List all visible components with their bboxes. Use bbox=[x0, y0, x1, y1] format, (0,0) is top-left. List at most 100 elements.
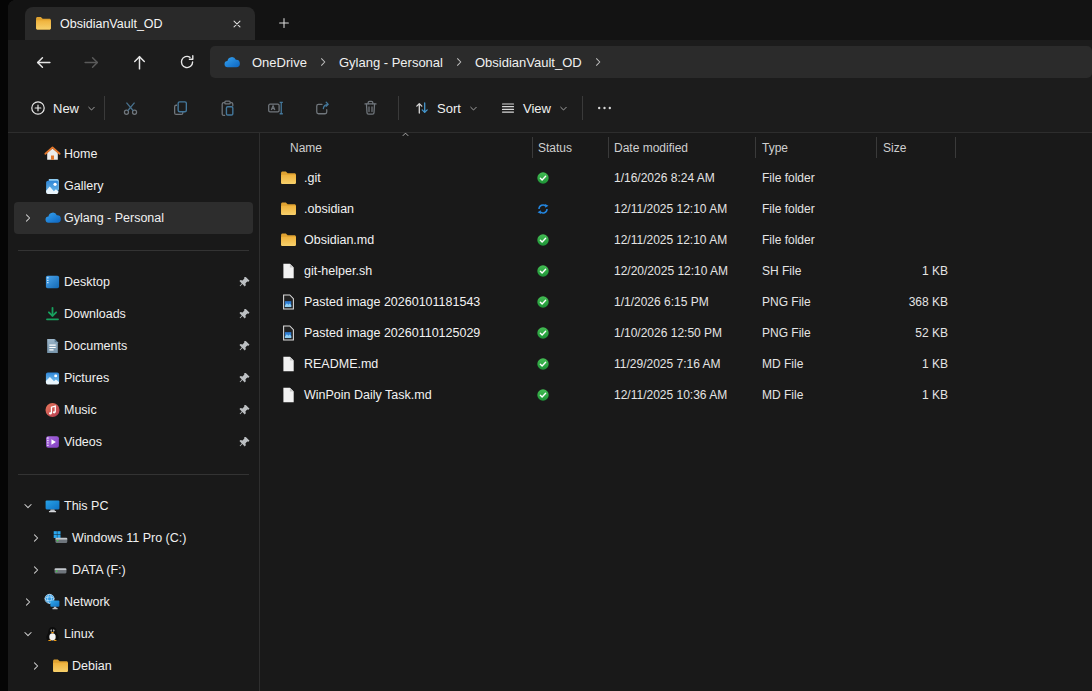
more-icon bbox=[596, 100, 613, 117]
tab-obsidianvault[interactable]: ObsidianVault_OD bbox=[25, 7, 255, 40]
chevron-right-icon[interactable] bbox=[30, 660, 42, 672]
file-row-pasted-image-20260110125029[interactable]: Pasted image 202601101250291/10/2026 12:… bbox=[260, 317, 1092, 348]
refresh-button[interactable] bbox=[170, 46, 204, 78]
back-button[interactable] bbox=[26, 46, 60, 78]
file-date-modified: 1/16/2026 8:24 AM bbox=[614, 171, 715, 185]
sidebar-item-label: Windows 11 Pro (C:) bbox=[72, 531, 186, 545]
file-row-obsidian[interactable]: .obsidian12/11/2025 12:10 AMFile folder bbox=[260, 193, 1092, 224]
sidebar-item-documents[interactable]: Documents bbox=[14, 330, 253, 362]
up-button[interactable] bbox=[122, 46, 156, 78]
column-header-name[interactable]: Name bbox=[290, 141, 322, 155]
file-date-modified: 12/11/2025 12:10 AM bbox=[614, 233, 727, 247]
chevron-right-icon bbox=[317, 56, 329, 68]
documents-icon bbox=[44, 338, 61, 355]
sidebar-item-windows-11-pro-c[interactable]: Windows 11 Pro (C:) bbox=[14, 522, 253, 554]
column-header-type[interactable]: Type bbox=[762, 141, 788, 155]
cut-button[interactable] bbox=[122, 100, 139, 117]
breadcrumb-item-onedrive[interactable]: OneDrive bbox=[244, 55, 315, 70]
file-type: File folder bbox=[762, 202, 815, 216]
sidebar-item-home[interactable]: Home bbox=[14, 138, 253, 170]
column-header-date-modified[interactable]: Date modified bbox=[614, 141, 688, 155]
synced-status-icon bbox=[536, 295, 550, 309]
sidebar-item-downloads[interactable]: Downloads bbox=[14, 298, 253, 330]
new-button[interactable]: New bbox=[20, 94, 107, 122]
sidebar-item-debian[interactable]: Debian bbox=[14, 650, 253, 682]
more-options-button[interactable] bbox=[596, 100, 613, 117]
onedrive-icon bbox=[44, 210, 61, 227]
sidebar-item-network[interactable]: Network bbox=[14, 586, 253, 618]
column-header-size[interactable]: Size bbox=[883, 141, 906, 155]
chevron-down-icon[interactable] bbox=[22, 500, 34, 512]
forward-arrow-icon bbox=[83, 54, 100, 71]
share-button[interactable] bbox=[314, 100, 331, 117]
rename-button[interactable] bbox=[267, 100, 284, 117]
synced-status-icon bbox=[536, 326, 550, 340]
view-button[interactable]: View bbox=[492, 94, 577, 122]
gallery-icon bbox=[44, 178, 61, 195]
new-tab-button[interactable] bbox=[270, 10, 298, 36]
sidebar-item-desktop[interactable]: Desktop bbox=[14, 266, 253, 298]
chevron-right-icon bbox=[453, 56, 465, 68]
forward-button[interactable] bbox=[74, 46, 108, 78]
sort-button[interactable]: Sort bbox=[406, 94, 487, 122]
sort-ascending-icon bbox=[400, 129, 411, 140]
sidebar-item-this-pc[interactable]: This PC bbox=[14, 490, 253, 522]
sidebar-item-videos[interactable]: Videos bbox=[14, 426, 253, 458]
chevron-right-icon[interactable] bbox=[30, 564, 42, 576]
view-icon bbox=[500, 100, 516, 116]
file-list: Name Status Date modified Type Size .git… bbox=[260, 133, 1092, 691]
file-row-winpoin-daily-task-md[interactable]: WinPoin Daily Task.md12/11/2025 10:36 AM… bbox=[260, 379, 1092, 410]
nav-buttons bbox=[26, 46, 204, 78]
explorer-window: ObsidianVault_OD OneDrive Gylang - Person… bbox=[8, 0, 1092, 691]
file-date-modified: 12/11/2025 10:36 AM bbox=[614, 388, 727, 402]
file-row-obsidian-md[interactable]: Obsidian.md12/11/2025 12:10 AMFile folde… bbox=[260, 224, 1092, 255]
sidebar-item-label: DATA (F:) bbox=[72, 563, 126, 577]
home-icon bbox=[44, 146, 61, 163]
sidebar-item-pictures[interactable]: Pictures bbox=[14, 362, 253, 394]
column-headers: Name Status Date modified Type Size bbox=[260, 133, 1092, 162]
file-icon bbox=[280, 355, 297, 372]
copy-button[interactable] bbox=[172, 100, 189, 117]
image-file-icon bbox=[280, 293, 297, 310]
delete-button[interactable] bbox=[362, 100, 379, 117]
sidebar-separator bbox=[8, 234, 259, 266]
column-header-status[interactable]: Status bbox=[538, 141, 572, 155]
file-date-modified: 12/20/2025 12:10 AM bbox=[614, 264, 728, 278]
synced-status-icon bbox=[536, 171, 550, 185]
folder-icon bbox=[52, 658, 69, 675]
chevron-right-icon[interactable] bbox=[22, 212, 34, 224]
downloads-icon bbox=[44, 306, 61, 323]
file-row-git[interactable]: .git1/16/2026 8:24 AMFile folder bbox=[260, 162, 1092, 193]
back-arrow-icon bbox=[35, 54, 52, 71]
sidebar-item-label: Linux bbox=[64, 627, 94, 641]
paste-button[interactable] bbox=[219, 100, 236, 117]
plus-icon bbox=[277, 16, 291, 30]
address-bar: OneDrive Gylang - Personal ObsidianVault_O… bbox=[8, 40, 1092, 84]
file-row-git-helper-sh[interactable]: git-helper.sh12/20/2025 12:10 AMSH File1… bbox=[260, 255, 1092, 286]
sidebar-item-gallery[interactable]: Gallery bbox=[14, 170, 253, 202]
breadcrumb-item-obsidianvault-od[interactable]: ObsidianVault_OD bbox=[467, 55, 590, 70]
image-file-icon bbox=[280, 324, 297, 341]
breadcrumb-item-gylang-personal[interactable]: Gylang - Personal bbox=[331, 55, 451, 70]
chevron-right-icon[interactable] bbox=[22, 596, 34, 608]
chevron-right-icon[interactable] bbox=[30, 532, 42, 544]
tab-close-button[interactable] bbox=[225, 12, 249, 36]
file-row-readme-md[interactable]: README.md11/29/2025 7:16 AMMD File1 KB bbox=[260, 348, 1092, 379]
onedrive-icon bbox=[223, 54, 240, 71]
sidebar-item-data-f[interactable]: DATA (F:) bbox=[14, 554, 253, 586]
folder-icon bbox=[280, 200, 297, 217]
desktop-icon bbox=[44, 274, 61, 291]
file-date-modified: 1/1/2026 6:15 PM bbox=[614, 295, 709, 309]
file-size: 52 KB bbox=[915, 326, 948, 340]
chevron-down-icon[interactable] bbox=[22, 628, 34, 640]
sidebar-item-label: Gylang - Personal bbox=[64, 211, 164, 225]
breadcrumb[interactable]: OneDrive Gylang - Personal ObsidianVault_O… bbox=[210, 46, 1092, 78]
file-row-pasted-image-20260101181543[interactable]: Pasted image 202601011815431/1/2026 6:15… bbox=[260, 286, 1092, 317]
sidebar-item-label: Debian bbox=[72, 659, 112, 673]
sidebar-item-music[interactable]: Music bbox=[14, 394, 253, 426]
sidebar-item-gylang-personal[interactable]: Gylang - Personal bbox=[14, 202, 253, 234]
file-type: MD File bbox=[762, 357, 803, 371]
sidebar: HomeGallery Gylang - Personal DesktopDownl… bbox=[8, 133, 259, 691]
folder-icon bbox=[280, 169, 297, 186]
sidebar-item-linux[interactable]: Linux bbox=[14, 618, 253, 650]
